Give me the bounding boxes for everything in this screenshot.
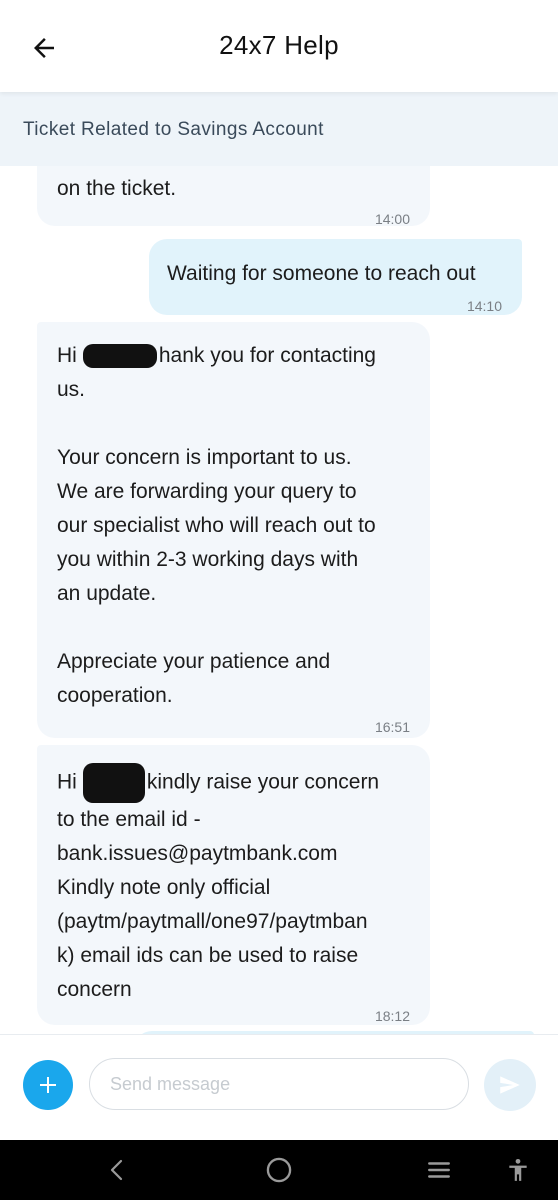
- greeting-rest-text: hank you for contacting: [158, 344, 376, 367]
- system-accessibility-button[interactable]: [498, 1150, 538, 1190]
- system-navigation-bar: [0, 1140, 558, 1200]
- message-bubble-incoming: Hi hank you for contacting us. Your conce…: [37, 322, 430, 738]
- plus-icon: [40, 1077, 56, 1093]
- message-bubble-outgoing: Waiting for someone to reach out 14:10: [149, 239, 522, 315]
- message-time: 18:12: [374, 1008, 410, 1024]
- send-button[interactable]: [484, 1059, 536, 1111]
- ticket-subject: Ticket Related to Savings Account: [23, 119, 324, 140]
- message-text: to the email id - bank.issues@paytmbank.…: [57, 808, 368, 1001]
- message-input[interactable]: [89, 1058, 469, 1110]
- message-text: on the ticket.: [57, 177, 177, 200]
- message-time: 14:10: [466, 298, 502, 314]
- chat-thread[interactable]: on the ticket. 14:00 Waiting for someone…: [0, 166, 558, 1034]
- ticket-subject-bar: Ticket Related to Savings Account: [0, 92, 558, 166]
- send-icon: [500, 1076, 520, 1094]
- message-bubble-incoming: Hi kindly raise your concern to the email…: [37, 745, 430, 1025]
- redaction-mark: [82, 344, 157, 369]
- message-composer: [0, 1034, 558, 1141]
- message-bubble-incoming: on the ticket. 14:00: [37, 166, 430, 227]
- app-screen: 24x7 Help Ticket Related to Savings Acco…: [0, 0, 558, 1200]
- redaction-mark: [82, 763, 145, 803]
- page-title: 24x7 Help: [219, 30, 339, 60]
- menu-lines-icon: [428, 1162, 450, 1178]
- system-recents-button[interactable]: [419, 1150, 459, 1190]
- system-home-button[interactable]: [259, 1150, 299, 1190]
- add-attachment-button[interactable]: [23, 1060, 73, 1110]
- arrow-left-icon: [34, 38, 54, 58]
- message-time: 14:00: [374, 211, 410, 227]
- message-text-first-line: Hi kindly raise your concern: [57, 763, 410, 803]
- message-text-first-line: Hi hank you for contacting: [57, 339, 410, 373]
- back-button[interactable]: [24, 28, 64, 68]
- greeting-rest-text: kindly raise your concern: [146, 770, 380, 794]
- message-text: Waiting for someone to reach out: [167, 262, 476, 285]
- message-text: us. Your concern is important to us. We …: [57, 378, 376, 707]
- system-back-button[interactable]: [98, 1150, 138, 1190]
- greeting-text: Hi: [57, 770, 77, 794]
- greeting-text: Hi: [57, 344, 77, 367]
- back-chevron-icon: [110, 1159, 123, 1181]
- top-app-bar: 24x7 Help: [0, 0, 558, 92]
- accessibility-icon: [509, 1158, 527, 1181]
- home-circle-icon: [266, 1157, 292, 1183]
- message-time: 16:51: [374, 719, 410, 735]
